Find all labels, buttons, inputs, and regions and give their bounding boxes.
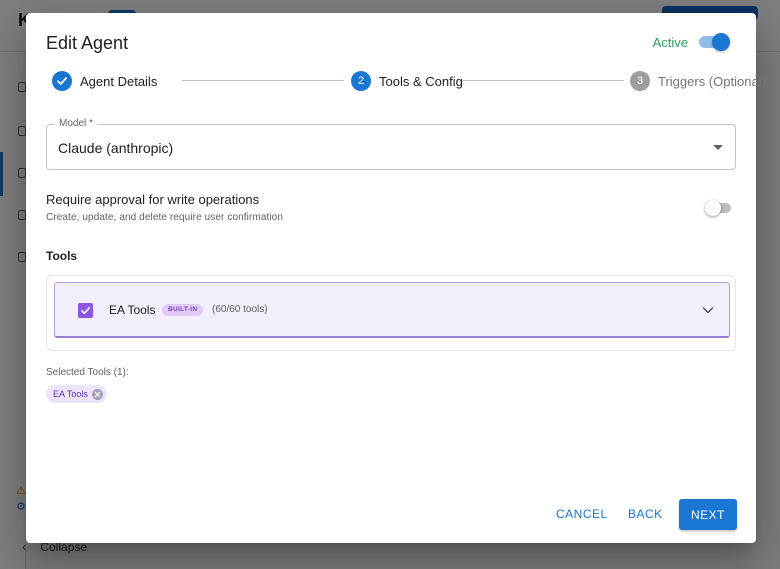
switch-thumb: [712, 33, 730, 51]
step-agent-details[interactable]: Agent Details: [52, 70, 157, 92]
step-number: 2: [351, 71, 371, 91]
tools-list: EA Tools BUILT-IN (60/60 tools): [46, 275, 736, 351]
remove-chip-icon[interactable]: [91, 388, 103, 400]
approval-description: Create, update, and delete require user …: [46, 212, 284, 223]
next-button[interactable]: NEXT: [679, 499, 737, 530]
step-triggers[interactable]: 3 Triggers (Optional): [630, 70, 766, 92]
tool-count: (60/60 tools): [212, 304, 268, 315]
stepper: Agent Details 2 Tools & Config 3 Trigger…: [52, 70, 766, 92]
selected-tool-chip: EA Tools: [46, 385, 107, 403]
edit-agent-dialog: Edit Agent Active Agent Details 2 Tools …: [26, 13, 766, 543]
caret-down-icon: [713, 145, 723, 150]
model-select[interactable]: Model * Claude (anthropic): [46, 118, 736, 170]
dialog-title: Edit Agent: [46, 33, 129, 53]
check-icon: [81, 307, 90, 315]
active-toggle-group: Active: [653, 33, 730, 51]
step-label: Tools & Config: [379, 73, 463, 89]
approval-title: Require approval for write operations: [46, 192, 260, 207]
step-connector: [182, 80, 344, 81]
step-label: Agent Details: [80, 73, 158, 89]
model-value: Claude (anthropic): [58, 140, 174, 156]
step-number: 3: [630, 71, 650, 91]
active-switch[interactable]: [698, 33, 730, 51]
built-in-badge: BUILT-IN: [162, 304, 204, 316]
selected-tools-label: Selected Tools (1):: [46, 367, 129, 378]
active-label: Active: [652, 34, 688, 50]
step-label: Triggers (Optional): [658, 73, 766, 89]
tools-heading: Tools: [46, 249, 78, 263]
tool-checkbox[interactable]: [78, 303, 93, 318]
tool-item-ea-tools[interactable]: EA Tools BUILT-IN (60/60 tools): [54, 282, 730, 338]
step-check-icon: [52, 71, 72, 91]
step-connector: [462, 80, 624, 81]
cancel-button[interactable]: CANCEL: [556, 507, 608, 521]
model-label: Model *: [55, 118, 97, 129]
approval-switch[interactable]: [705, 199, 733, 217]
tool-name: EA Tools: [109, 303, 156, 317]
chip-label: EA Tools: [53, 389, 88, 399]
step-tools-config[interactable]: 2 Tools & Config: [351, 70, 463, 92]
chevron-down-icon[interactable]: [701, 303, 715, 317]
switch-thumb: [705, 200, 721, 216]
back-button[interactable]: BACK: [628, 507, 663, 521]
